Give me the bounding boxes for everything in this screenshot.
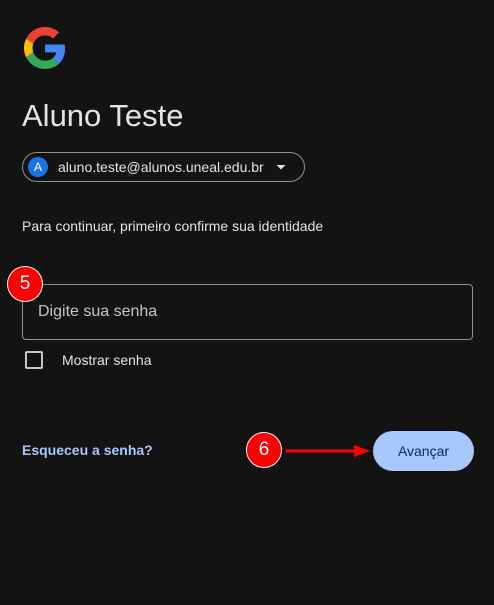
caret-down-icon: [276, 165, 286, 170]
show-password-toggle[interactable]: Mostrar senha: [25, 351, 151, 369]
google-g-icon: [24, 27, 66, 69]
forgot-password-link[interactable]: Esqueceu a senha?: [22, 442, 153, 458]
next-button[interactable]: Avançar: [373, 431, 474, 471]
show-password-label: Mostrar senha: [62, 352, 152, 368]
step-marker-5: 5: [7, 266, 43, 302]
arrow-right-icon: [285, 445, 370, 457]
avatar: A: [28, 157, 48, 177]
show-password-checkbox[interactable]: [25, 351, 43, 369]
account-email: aluno.teste@alunos.uneal.edu.br: [58, 159, 264, 175]
identity-prompt: Para continuar, primeiro confirme sua id…: [22, 218, 324, 234]
page-title: Aluno Teste: [22, 98, 184, 133]
account-chip[interactable]: A aluno.teste@alunos.uneal.edu.br: [22, 152, 305, 182]
sign-in-page: Aluno Teste A aluno.teste@alunos.uneal.e…: [0, 0, 494, 605]
step-marker-6: 6: [246, 432, 282, 468]
password-input[interactable]: [22, 284, 473, 340]
